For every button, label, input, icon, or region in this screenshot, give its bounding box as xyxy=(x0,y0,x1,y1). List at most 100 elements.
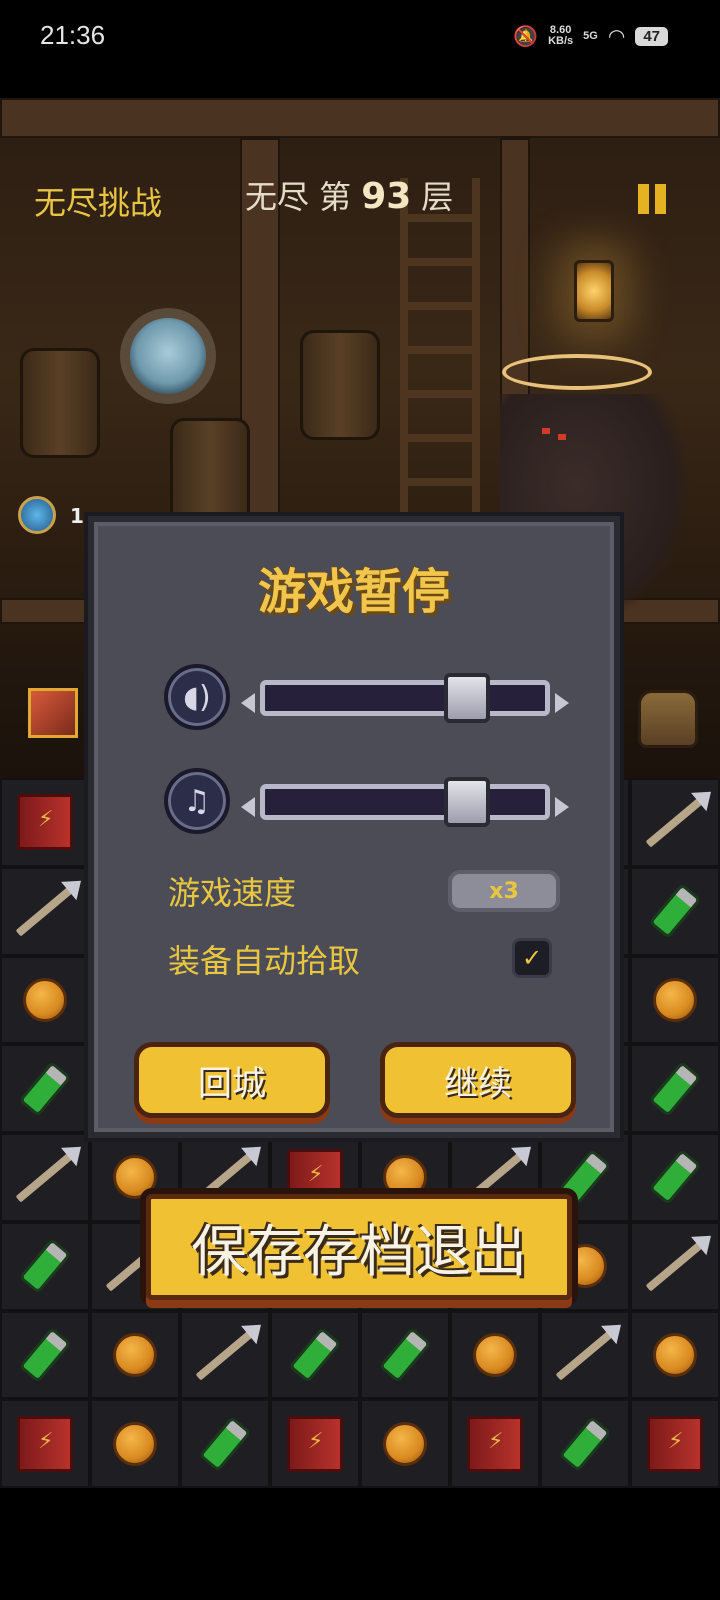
pause-bar xyxy=(655,184,666,214)
floor-indicator: 无尽 第 93 层 xyxy=(245,172,453,218)
pause-button[interactable] xyxy=(638,184,668,214)
grid-cell[interactable] xyxy=(630,1310,720,1400)
status-time: 21:36 xyxy=(40,20,106,50)
potion-icon xyxy=(378,1326,432,1384)
arrow-icon xyxy=(555,1329,615,1381)
grid-cell[interactable] xyxy=(450,1399,540,1488)
grid-cell[interactable] xyxy=(0,1133,90,1222)
sound-icon[interactable]: ◖) xyxy=(164,664,230,730)
slider-left-cap xyxy=(241,797,255,817)
pause-dialog: 游戏暂停 ◖) ♫ 游戏速度 x3 装备自动拾取 ✓ 回城 继续 xyxy=(88,516,620,1138)
monster-eye xyxy=(542,428,550,434)
arrow-icon xyxy=(15,1151,75,1203)
auto-pickup-label: 装备自动拾取 xyxy=(168,942,361,980)
pause-bar xyxy=(638,184,649,214)
barrel xyxy=(300,330,380,440)
coin-icon xyxy=(113,1421,157,1466)
grid-cell[interactable] xyxy=(0,955,90,1045)
arrow-icon xyxy=(645,796,705,848)
slider-right-cap xyxy=(555,693,569,713)
potion-icon xyxy=(648,882,702,940)
speed-toggle-button[interactable]: x3 xyxy=(448,870,560,912)
music-volume-slider[interactable] xyxy=(241,777,569,827)
hero-avatar[interactable] xyxy=(28,688,78,738)
navigation-bar xyxy=(0,1488,720,1600)
monster-eye xyxy=(558,434,566,440)
grid-cell[interactable] xyxy=(630,1133,720,1222)
book-icon xyxy=(17,794,73,851)
ceiling-beam xyxy=(0,98,720,138)
sound-slider-thumb[interactable] xyxy=(443,673,490,723)
grid-cell[interactable] xyxy=(0,1044,90,1133)
barrel xyxy=(170,418,250,528)
wifi-icon: ◠ xyxy=(607,24,626,48)
continue-button[interactable]: 继续 xyxy=(380,1042,576,1118)
skill-icon[interactable] xyxy=(18,496,56,534)
coin-icon xyxy=(383,1421,427,1466)
potion-icon xyxy=(288,1326,342,1384)
net-speed-unit: KB/s xyxy=(548,35,574,47)
grid-cell[interactable] xyxy=(360,1399,450,1488)
grid-cell[interactable] xyxy=(630,1044,720,1133)
status-bar: 21:36 🔕 8.60 KB/s 5G ◠ 47 xyxy=(0,0,720,78)
grid-cell[interactable] xyxy=(540,1310,630,1400)
save-exit-button[interactable]: 保存存档退出 xyxy=(146,1194,572,1300)
arrow-icon xyxy=(15,885,75,937)
grid-cell[interactable] xyxy=(270,1399,360,1488)
barrel xyxy=(20,348,100,458)
grid-cell[interactable] xyxy=(540,1399,630,1488)
grid-cell[interactable] xyxy=(630,778,720,867)
speed-label: 游戏速度 xyxy=(168,874,297,912)
grid-cell[interactable] xyxy=(0,1310,90,1400)
book-icon xyxy=(17,1415,73,1472)
slider-left-cap xyxy=(241,693,255,713)
skill-value: 1 xyxy=(70,504,84,528)
net-speed: 8.60 KB/s xyxy=(548,25,573,47)
grid-cell[interactable] xyxy=(270,1310,360,1400)
return-town-button[interactable]: 回城 xyxy=(134,1042,330,1118)
grid-cell[interactable] xyxy=(630,1221,720,1311)
bag-icon[interactable] xyxy=(638,690,698,748)
status-icons: 🔕 8.60 KB/s 5G ◠ 47 xyxy=(513,24,668,48)
grid-cell[interactable] xyxy=(360,1310,450,1400)
sound-volume-slider[interactable] xyxy=(241,673,569,723)
porthole-window xyxy=(120,308,216,404)
book-icon xyxy=(287,1415,343,1472)
grid-cell[interactable] xyxy=(630,1399,720,1488)
coin-icon xyxy=(113,1332,157,1377)
grid-cell[interactable] xyxy=(180,1310,270,1400)
potion-icon xyxy=(198,1415,252,1472)
mode-label: 无尽挑战 xyxy=(34,184,163,222)
potion-icon xyxy=(648,1149,702,1206)
grid-cell[interactable] xyxy=(0,1399,90,1488)
auto-pickup-checkbox[interactable]: ✓ xyxy=(512,938,552,978)
floor-number: 93 xyxy=(361,176,412,217)
boss-halo xyxy=(502,354,652,390)
slider-right-cap xyxy=(555,797,569,817)
potion-icon xyxy=(18,1326,72,1384)
dialog-title: 游戏暂停 xyxy=(257,564,450,620)
battery-icon: 47 xyxy=(635,26,668,46)
grid-cell[interactable] xyxy=(0,778,90,867)
coin-icon xyxy=(653,977,697,1022)
grid-cell[interactable] xyxy=(630,955,720,1045)
grid-cell[interactable] xyxy=(0,1221,90,1311)
coin-icon xyxy=(473,1332,517,1377)
grid-cell[interactable] xyxy=(90,1310,180,1400)
grid-cell[interactable] xyxy=(180,1399,270,1488)
coin-icon xyxy=(383,1155,427,1200)
arrow-icon xyxy=(645,1240,705,1292)
grid-cell[interactable] xyxy=(90,1399,180,1488)
support-pillar xyxy=(500,138,530,438)
coin-icon xyxy=(653,1332,697,1377)
lantern-icon xyxy=(574,260,614,322)
potion-icon xyxy=(18,1237,72,1295)
grid-cell[interactable] xyxy=(630,866,720,956)
coin-icon xyxy=(113,1155,157,1200)
grid-cell[interactable] xyxy=(450,1310,540,1400)
music-slider-thumb[interactable] xyxy=(443,777,490,827)
mute-bell-icon: 🔕 xyxy=(513,24,539,48)
music-note-icon[interactable]: ♫ xyxy=(164,768,230,834)
floor-suffix: 层 xyxy=(421,178,454,216)
grid-cell[interactable] xyxy=(0,866,90,956)
